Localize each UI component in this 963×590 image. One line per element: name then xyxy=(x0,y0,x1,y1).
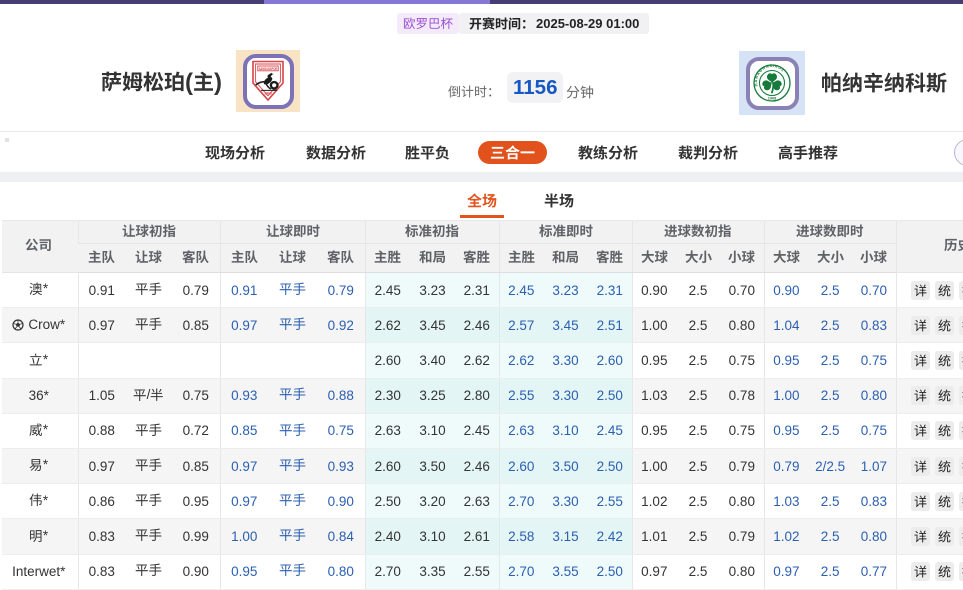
svg-text:1965: 1965 xyxy=(264,92,272,96)
svg-text:1908: 1908 xyxy=(768,96,776,100)
svg-text:SAMSUNSPOR: SAMSUNSPOR xyxy=(259,67,278,71)
